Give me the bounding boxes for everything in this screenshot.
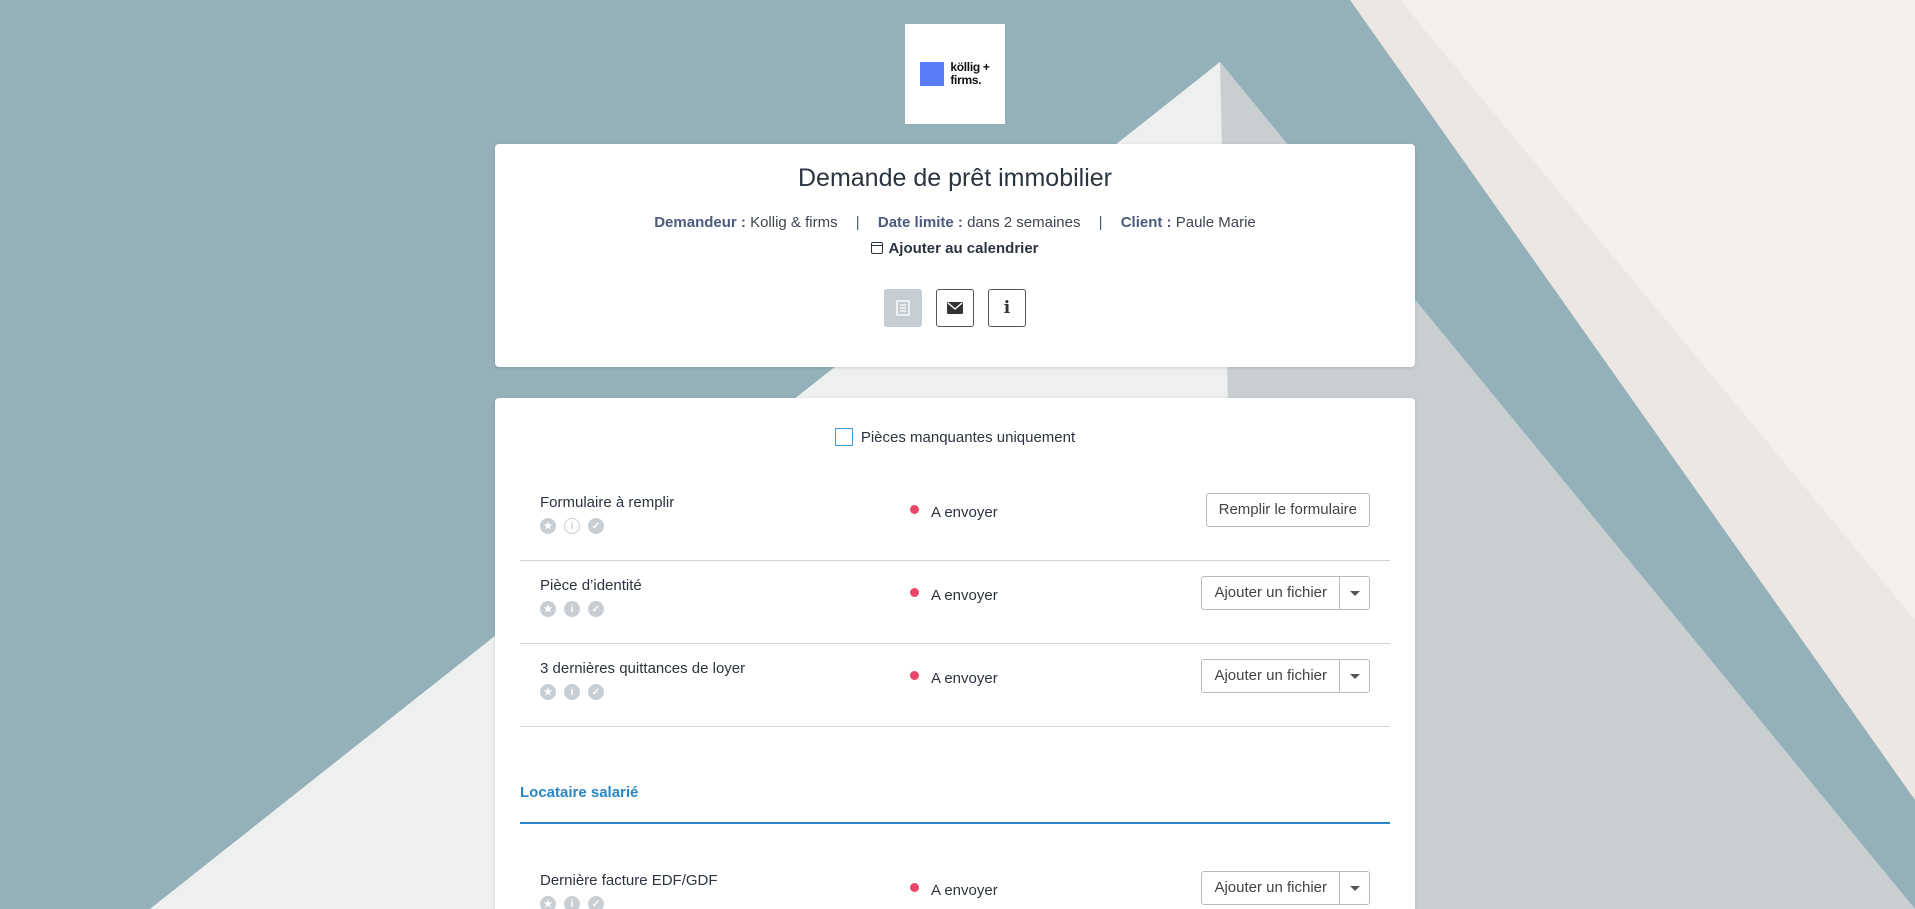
star-icon[interactable]: ★ [540, 601, 556, 617]
missing-only-filter[interactable]: Pièces manquantes uniquement [495, 428, 1415, 446]
view-actions: i [495, 289, 1415, 327]
request-header-card: Demande de prêt immobilier Demandeur : K… [495, 144, 1415, 367]
status-label: A envoyer [931, 587, 998, 604]
fill-form-button[interactable]: Remplir le formulaire [1205, 493, 1370, 527]
document-flags: ★ i ✓ [540, 684, 604, 700]
check-circle-icon[interactable]: ✓ [588, 601, 604, 617]
messages-button[interactable] [936, 289, 974, 327]
add-file-label: Ajouter un fichier [1214, 879, 1327, 896]
add-file-dropdown[interactable] [1339, 577, 1369, 609]
caret-down-icon [1349, 590, 1360, 596]
deadline-label: Date limite : [877, 214, 963, 231]
document-name: Formulaire à remplir [540, 494, 675, 511]
caret-down-icon [1349, 673, 1360, 679]
document-row: Pièce d’identité ★ i ✓ A envoyer Ajouter… [520, 561, 1390, 644]
add-file-dropdown[interactable] [1339, 660, 1369, 692]
info-circle-icon[interactable]: i [564, 601, 580, 617]
meta-separator: | [855, 214, 860, 231]
document-status: A envoyer [910, 670, 998, 687]
client-value: Paule Marie [1175, 214, 1256, 231]
status-label: A envoyer [931, 670, 998, 687]
status-dot [910, 588, 919, 597]
page-title: Demande de prêt immobilier [797, 164, 1113, 192]
missing-only-checkbox[interactable] [834, 428, 853, 446]
document-row: Dernière facture EDF/GDF ★ i ✓ A envoyer… [520, 856, 1390, 909]
document-icon [896, 300, 910, 316]
document-name: Pièce d’identité [540, 577, 642, 594]
document-status: A envoyer [910, 882, 998, 899]
status-label: A envoyer [931, 504, 998, 521]
envelope-icon [947, 302, 963, 314]
client-label: Client : [1120, 214, 1172, 231]
document-status: A envoyer [910, 504, 998, 521]
status-dot [910, 671, 919, 680]
add-file-button[interactable]: Ajouter un fichier [1201, 576, 1370, 610]
star-icon[interactable]: ★ [540, 896, 556, 909]
document-flags: ★ i ✓ [540, 896, 604, 909]
meta-separator: | [1098, 214, 1103, 231]
add-to-calendar-link[interactable]: Ajouter au calendrier [495, 240, 1415, 257]
documents-card: Pièces manquantes uniquement Formulaire … [495, 398, 1415, 909]
document-flags: ★ i ✓ [540, 518, 604, 534]
info-circle-icon[interactable]: i [564, 684, 580, 700]
check-circle-icon[interactable]: ✓ [588, 684, 604, 700]
info-button[interactable]: i [988, 289, 1026, 327]
caret-down-icon [1349, 885, 1360, 891]
star-icon[interactable]: ★ [540, 684, 556, 700]
logo-text: köllig + firms. [950, 61, 990, 87]
document-name: 3 dernières quittances de loyer [540, 660, 746, 677]
requester-label: Demandeur : [654, 214, 746, 231]
check-circle-icon[interactable]: ✓ [588, 896, 604, 909]
add-file-label: Ajouter un fichier [1214, 667, 1327, 684]
document-row: Formulaire à remplir ★ i ✓ A envoyer Rem… [520, 478, 1390, 561]
request-meta: Demandeur : Kollig & firms | Date limite… [495, 214, 1415, 231]
fill-form-label: Remplir le formulaire [1218, 501, 1357, 518]
document-flags: ★ i ✓ [540, 601, 604, 617]
document-row: 3 dernières quittances de loyer ★ i ✓ A … [520, 644, 1390, 727]
add-file-label: Ajouter un fichier [1214, 584, 1327, 601]
star-icon[interactable]: ★ [540, 518, 556, 534]
requester-value: Kollig & firms [750, 214, 838, 231]
calendar-plus-icon [871, 242, 884, 254]
add-file-button[interactable]: Ajouter un fichier [1201, 871, 1370, 905]
info-circle-icon[interactable]: i [564, 518, 580, 534]
add-file-dropdown[interactable] [1339, 872, 1369, 904]
section-divider [520, 822, 1390, 824]
add-file-button[interactable]: Ajouter un fichier [1201, 659, 1370, 693]
status-dot [910, 883, 919, 892]
status-dot [910, 505, 919, 514]
deadline-value: dans 2 semaines [967, 214, 1081, 231]
missing-only-label: Pièces manquantes uniquement [860, 428, 1076, 446]
section-title-salaried-tenant[interactable]: Locataire salarié [520, 784, 638, 801]
documents-button[interactable] [884, 289, 922, 327]
add-to-calendar-label: Ajouter au calendrier [888, 240, 1039, 257]
logo-line-2: firms. [950, 73, 982, 87]
status-label: A envoyer [931, 882, 998, 899]
document-status: A envoyer [910, 587, 998, 604]
check-circle-icon[interactable]: ✓ [588, 518, 604, 534]
info-circle-icon[interactable]: i [564, 896, 580, 909]
info-icon: i [1003, 298, 1011, 318]
company-logo: köllig + firms. [905, 24, 1005, 124]
logo-square-icon [920, 62, 945, 86]
document-name: Dernière facture EDF/GDF [540, 872, 718, 889]
